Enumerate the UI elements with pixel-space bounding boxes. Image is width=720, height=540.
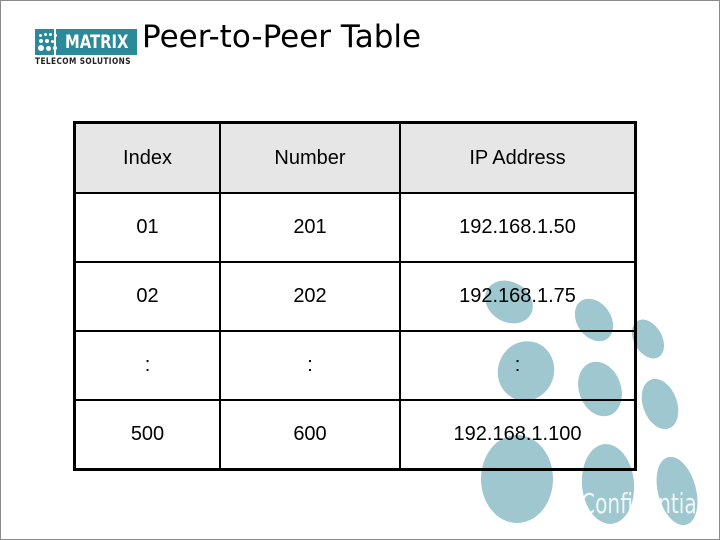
- cell-number: 600: [219, 399, 401, 471]
- table-row: 01 201 192.168.1.50: [73, 192, 637, 263]
- logo-separator: [54, 29, 56, 55]
- peer-to-peer-table: Index Number IP Address 01 201 192.168.1…: [73, 121, 637, 471]
- slide: MATRIX TELECOM SOLUTIONS Peer-to-Peer Ta…: [0, 0, 720, 540]
- cell-index: 02: [73, 261, 221, 332]
- page-title: Peer-to-Peer Table: [142, 19, 422, 55]
- cell-number: 201: [219, 192, 401, 263]
- table-header-row: Index Number IP Address: [73, 121, 637, 194]
- header-ip-address: IP Address: [399, 121, 637, 194]
- cell-ip-address: 192.168.1.50: [399, 192, 637, 263]
- logo-box: MATRIX: [35, 29, 137, 55]
- cell-number: 202: [219, 261, 401, 332]
- matrix-logo: MATRIX TELECOM SOLUTIONS: [35, 29, 137, 67]
- cell-index: :: [73, 330, 221, 401]
- header-index: Index: [73, 121, 221, 194]
- cell-number: :: [219, 330, 401, 401]
- cell-index: 01: [73, 192, 221, 263]
- table-row: : : :: [73, 330, 637, 401]
- logo-dots-icon: [35, 29, 57, 55]
- logo-tagline: TELECOM SOLUTIONS: [35, 57, 131, 67]
- table-row: 500 600 192.168.1.100: [73, 399, 637, 471]
- cell-index: 500: [73, 399, 221, 471]
- cell-ip-address: :: [399, 330, 637, 401]
- logo-brand: MATRIX: [64, 31, 129, 53]
- cell-ip-address: 192.168.1.100: [399, 399, 637, 471]
- table-row: 02 202 192.168.1.75: [73, 261, 637, 332]
- cell-ip-address: 192.168.1.75: [399, 261, 637, 332]
- deco-dot: [641, 378, 679, 430]
- header-number: Number: [219, 121, 401, 194]
- confidential-watermark: Confidential: [581, 487, 703, 520]
